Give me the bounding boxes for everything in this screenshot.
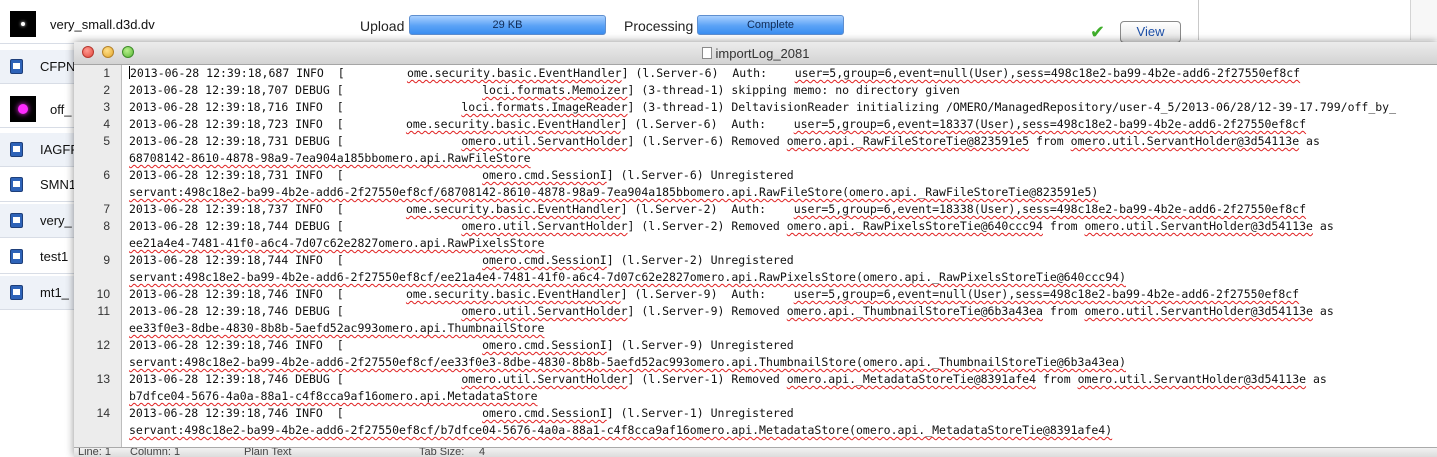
log-line-wrapped: ee21a4e4-7481-41f0-a6c4-7d07c62e2827omer… xyxy=(74,235,1437,252)
file-name: SMN1 xyxy=(40,177,77,192)
file-name: CFPN xyxy=(40,59,76,74)
log-line-wrapped: servant:498c18e2-ba99-4b2e-add6-2f27550e… xyxy=(74,184,1437,201)
log-line-text: 2013-06-28 12:39:18,746 INFO [ omero.cmd… xyxy=(129,338,794,352)
log-line-text: servant:498c18e2-ba99-4b2e-add6-2f27550e… xyxy=(129,355,1126,369)
log-line-wrapped: servant:498c18e2-ba99-4b2e-add6-2f27550e… xyxy=(74,354,1437,371)
file-icon xyxy=(10,213,23,228)
checkmark-icon: ✔ xyxy=(1090,22,1106,42)
scrollbar[interactable] xyxy=(1410,0,1437,40)
log-line-text: 2013-06-28 12:39:18,687 INFO [ ome.secur… xyxy=(129,66,1301,80)
line-number: 2 xyxy=(103,83,110,97)
processing-label: Processing xyxy=(624,18,694,34)
file-name: very_ xyxy=(40,213,72,228)
log-line-text: servant:498c18e2-ba99-4b2e-add6-2f27550e… xyxy=(129,185,1099,199)
line-number: 14 xyxy=(96,406,110,420)
line-number xyxy=(74,354,110,371)
log-line: 8 2013-06-28 12:39:18,744 DEBUG [ omero.u… xyxy=(74,218,1437,235)
panel-divider xyxy=(1198,0,1199,40)
log-line-text: 2013-06-28 12:39:18,744 DEBUG [ omero.ut… xyxy=(129,219,1334,233)
log-line: 4 2013-06-28 12:39:18,723 INFO [ ome.secu… xyxy=(74,116,1437,133)
view-button[interactable]: View xyxy=(1120,21,1181,43)
window-titlebar[interactable]: importLog_2081 xyxy=(74,42,1437,65)
file-icon xyxy=(10,59,23,74)
upload-progress-bar: 29 KB xyxy=(409,15,606,35)
line-number: 1 xyxy=(103,66,110,80)
line-number: 9 xyxy=(103,253,110,267)
log-line-wrapped: ee33f0e3-8dbe-4830-8b8b-5aefd52ac993omer… xyxy=(74,320,1437,337)
line-number: 7 xyxy=(103,202,110,216)
log-line-wrapped: 68708142-8610-4878-98a9-7ea904a185bbomer… xyxy=(74,150,1437,167)
image-thumbnail xyxy=(10,11,36,37)
file-icon xyxy=(10,249,23,264)
log-line-text: 2013-06-28 12:39:18,746 DEBUG [ omero.ut… xyxy=(129,304,1334,318)
log-line-text: 2013-06-28 12:39:18,723 INFO [ ome.secur… xyxy=(129,117,1307,131)
log-line-wrapped: servant:498c18e2-ba99-4b2e-add6-2f27550e… xyxy=(74,269,1437,286)
log-line-text: 2013-06-28 12:39:18,746 DEBUG [ omero.ut… xyxy=(129,372,1327,386)
file-name: test1 xyxy=(40,249,69,264)
file-name: mt1_ xyxy=(40,285,69,300)
log-line: 1 2013-06-28 12:39:18,687 INFO [ ome.secu… xyxy=(74,65,1437,82)
log-line: 7 2013-06-28 12:39:18,737 INFO [ ome.secu… xyxy=(74,201,1437,218)
log-line: 12 2013-06-28 12:39:18,746 INFO [ omero.c… xyxy=(74,337,1437,354)
log-line: 10 2013-06-28 12:39:18,746 INFO [ ome.sec… xyxy=(74,286,1437,303)
magenta-thumbnail-icon xyxy=(10,96,36,122)
line-number: 11 xyxy=(97,304,110,318)
log-line: 9 2013-06-28 12:39:18,744 INFO [ omero.cm… xyxy=(74,252,1437,269)
log-line-text: 2013-06-28 12:39:18,746 INFO [ ome.secur… xyxy=(129,287,1300,301)
log-line-text: 2013-06-28 12:39:18,744 INFO [ omero.cmd… xyxy=(129,253,794,267)
log-line-text: 2013-06-28 12:39:18,746 INFO [ omero.cmd… xyxy=(129,406,794,420)
file-name: IAGFF xyxy=(40,142,79,157)
line-number: 13 xyxy=(96,372,110,386)
log-line: 6 2013-06-28 12:39:18,731 INFO [ omero.cm… xyxy=(74,167,1437,184)
line-number xyxy=(74,422,110,439)
line-number xyxy=(74,235,110,252)
log-line: 2 2013-06-28 12:39:18,707 DEBUG [ loci.fo… xyxy=(74,82,1437,99)
line-number: 10 xyxy=(96,287,110,301)
file-icon xyxy=(10,285,23,300)
line-number: 12 xyxy=(96,338,110,352)
log-line-text: 2013-06-28 12:39:18,737 INFO [ ome.secur… xyxy=(129,202,1307,216)
line-number xyxy=(74,320,110,337)
line-number: 4 xyxy=(103,117,110,131)
window-title: importLog_2081 xyxy=(74,46,1437,61)
processing-progress-bar: Complete xyxy=(697,15,844,35)
text-caret xyxy=(129,66,130,79)
document-icon xyxy=(701,47,712,59)
log-line-text: servant:498c18e2-ba99-4b2e-add6-2f27550e… xyxy=(129,270,1126,284)
log-line: 14 2013-06-28 12:39:18,746 INFO [ omero.c… xyxy=(74,405,1437,422)
line-number: 5 xyxy=(103,134,110,148)
line-number xyxy=(74,150,110,167)
line-number xyxy=(74,388,110,405)
log-line: 11 2013-06-28 12:39:18,746 DEBUG [ omero.… xyxy=(74,303,1437,320)
log-line: 5 2013-06-28 12:39:18,731 DEBUG [ omero.u… xyxy=(74,133,1437,150)
line-number: 8 xyxy=(103,219,110,233)
line-number xyxy=(74,269,110,286)
log-line: 13 2013-06-28 12:39:18,746 DEBUG [ omero.… xyxy=(74,371,1437,388)
line-number xyxy=(74,184,110,201)
log-line-text: 2013-06-28 12:39:18,731 DEBUG [ omero.ut… xyxy=(129,134,1320,148)
log-line-text: b7dfce04-5676-4a0a-88a1-c4f8cca9af16omer… xyxy=(129,389,538,403)
line-number: 6 xyxy=(103,168,110,182)
upload-label: Upload xyxy=(360,18,405,34)
log-line-text: ee21a4e4-7481-41f0-a6c4-7d07c62e2827omer… xyxy=(129,236,545,250)
log-line-text: 68708142-8610-4878-98a9-7ea904a185bbomer… xyxy=(129,151,531,165)
log-line-text: 2013-06-28 12:39:18,716 INFO [ loci.form… xyxy=(129,100,1397,114)
line-number: 3 xyxy=(103,100,110,114)
log-lines: 1 2013-06-28 12:39:18,687 INFO [ ome.secu… xyxy=(74,65,1437,439)
log-line-wrapped: b7dfce04-5676-4a0a-88a1-c4f8cca9af16omer… xyxy=(74,388,1437,405)
log-line-text: servant:498c18e2-ba99-4b2e-add6-2f27550e… xyxy=(129,423,1113,437)
log-line: 3 2013-06-28 12:39:18,716 INFO [ loci.for… xyxy=(74,99,1437,116)
log-line-text: 2013-06-28 12:39:18,731 INFO [ omero.cmd… xyxy=(129,168,794,182)
file-name: off_ xyxy=(50,102,72,117)
file-name: very_small.d3d.dv xyxy=(50,17,155,32)
log-line-text: ee33f0e3-8dbe-4830-8b8b-5aefd52ac993omer… xyxy=(129,321,545,335)
file-icon xyxy=(10,142,23,157)
log-line-wrapped: servant:498c18e2-ba99-4b2e-add6-2f27550e… xyxy=(74,422,1437,439)
log-text-view[interactable]: 1 2013-06-28 12:39:18,687 INFO [ ome.secu… xyxy=(74,65,1437,447)
import-row-active[interactable]: very_small.d3d.dv Upload 29 KB Processin… xyxy=(0,8,1200,44)
file-icon xyxy=(10,177,23,192)
log-line-text: 2013-06-28 12:39:18,707 DEBUG [ loci.for… xyxy=(129,83,960,97)
log-window: importLog_2081 1 2013-06-28 12:39:18,687 … xyxy=(74,42,1437,457)
